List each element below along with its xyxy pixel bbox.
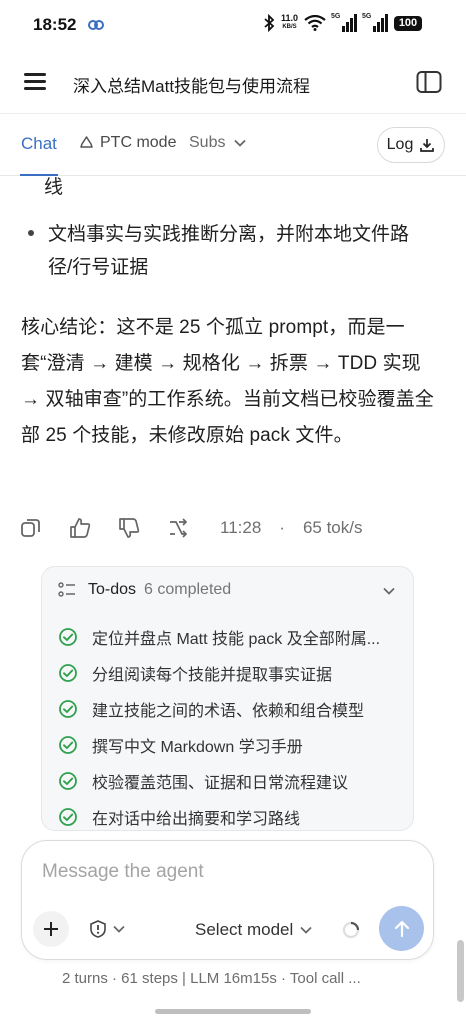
tab-bar: Chat PTC mode Subs Log <box>0 114 466 176</box>
todo-list: 定位并盘点 Matt 技能 pack 及全部附属... 分组阅读每个技能并提取事实… <box>58 619 403 835</box>
scrollbar[interactable] <box>457 940 464 1002</box>
todo-item: 在对话中给出摘要和学习路线 <box>58 799 403 835</box>
app-notification-icon <box>88 20 104 30</box>
plus-icon <box>44 922 58 936</box>
todo-text: 分组阅读每个技能并提取事实证据 <box>92 667 333 684</box>
todo-text: 建立技能之间的术语、依赖和组合模型 <box>92 703 365 720</box>
message-input[interactable] <box>42 861 412 883</box>
download-icon <box>420 139 435 152</box>
todo-text: 定位并盘点 Matt 技能 pack 及全部附属... <box>92 631 381 648</box>
chevron-down-icon <box>234 139 247 147</box>
bluetooth-icon <box>264 14 275 32</box>
tab-ptc-label: PTC mode <box>100 134 177 151</box>
separator-dot: · <box>279 518 285 537</box>
log-button[interactable]: Log <box>377 127 445 163</box>
bullet-dot <box>28 230 34 236</box>
cell-signal-1: 5G <box>331 13 357 32</box>
tab-subs-label: Subs <box>189 134 226 151</box>
tab-subs[interactable]: Subs <box>189 134 247 152</box>
tab-chat[interactable]: Chat <box>21 134 57 154</box>
session-stats: 2 turns · 61 steps | LLM 16m15s · Tool c… <box>62 970 361 987</box>
todo-text: 在对话中给出摘要和学习路线 <box>92 811 301 828</box>
checklist-icon <box>58 582 75 597</box>
todos-count: 6 completed <box>144 581 232 598</box>
text-continuation: 线 <box>44 177 64 198</box>
thumbs-up-icon[interactable] <box>69 517 91 539</box>
status-bar: 18:52 11.0 KB/S 5G 5G 100 <box>0 0 466 52</box>
todo-text: 校验覆盖范围、证据和日常流程建议 <box>92 775 349 792</box>
permission-dropdown[interactable] <box>88 919 126 939</box>
model-select[interactable]: Select model <box>195 920 313 940</box>
conversation-area: 线 文档事实与实践推断分离，并附本地文件路径/行号证据 核心结论：这不是 25 … <box>0 176 466 836</box>
side-panel-icon[interactable] <box>416 70 442 94</box>
tab-ptc-mode[interactable]: PTC mode <box>78 134 176 152</box>
message-paragraph: 核心结论：这不是 25 个孤立 prompt，而是一套“澄清 → 建模 → 规格… <box>21 317 434 446</box>
todo-item: 撰写中文 Markdown 学习手册 <box>58 727 403 763</box>
shield-alert-icon <box>90 920 106 938</box>
home-indicator[interactable] <box>155 1009 311 1014</box>
chevron-down-icon <box>300 926 312 934</box>
message-time: 11:28 <box>220 518 262 537</box>
thumbs-down-icon[interactable] <box>118 517 140 539</box>
network-speed: 11.0 KB/S <box>280 13 298 31</box>
list-item-text: 文档事实与实践推断分离，并附本地文件路径/行号证据 <box>48 224 410 278</box>
page-title: 深入总结Matt技能包与使用流程 <box>73 77 311 96</box>
list-item: 文档事实与实践推断分离，并附本地文件路径/行号证据 <box>24 218 424 284</box>
todos-header[interactable]: To-dos 6 completed <box>58 581 231 599</box>
todo-item: 建立技能之间的术语、依赖和组合模型 <box>58 691 403 727</box>
check-circle-icon <box>59 736 77 754</box>
send-button[interactable] <box>379 906 424 951</box>
menu-icon[interactable] <box>24 70 48 94</box>
todo-item: 分组阅读每个技能并提取事实证据 <box>58 655 403 691</box>
todos-panel: To-dos 6 completed 定位并盘点 Matt 技能 pack 及全… <box>41 566 414 831</box>
branch-icon[interactable] <box>167 517 189 539</box>
composer: Select model <box>21 840 434 960</box>
message-actions: 11:28 · 65 tok/s <box>20 516 450 540</box>
model-select-label: Select model <box>195 920 294 939</box>
todo-item: 定位并盘点 Matt 技能 pack 及全部附属... <box>58 619 403 655</box>
todo-text: 撰写中文 Markdown 学习手册 <box>92 739 303 756</box>
loading-spinner-icon <box>342 921 360 939</box>
top-bar: 深入总结Matt技能包与使用流程 <box>0 52 466 114</box>
todos-title: To-dos <box>88 581 137 598</box>
token-rate: 65 tok/s <box>302 518 363 537</box>
copy-icon[interactable] <box>20 517 42 539</box>
status-icons: 11.0 KB/S 5G 5G 100 <box>263 13 422 32</box>
chevron-down-icon <box>113 925 125 933</box>
add-button[interactable] <box>33 911 69 947</box>
arrow-up-icon <box>394 920 409 937</box>
check-circle-icon <box>59 808 77 826</box>
check-circle-icon <box>59 664 77 682</box>
todo-item: 校验覆盖范围、证据和日常流程建议 <box>58 763 403 799</box>
check-circle-icon <box>59 700 77 718</box>
battery-indicator: 100 <box>394 15 422 31</box>
check-circle-icon <box>59 628 77 646</box>
log-label: Log <box>386 136 414 153</box>
check-circle-icon <box>59 772 77 790</box>
recycle-icon <box>80 135 93 148</box>
wifi-icon <box>304 15 326 31</box>
cell-signal-2: 5G <box>362 13 388 32</box>
status-time: 18:52 <box>33 15 77 34</box>
chevron-down-icon[interactable] <box>381 583 397 599</box>
